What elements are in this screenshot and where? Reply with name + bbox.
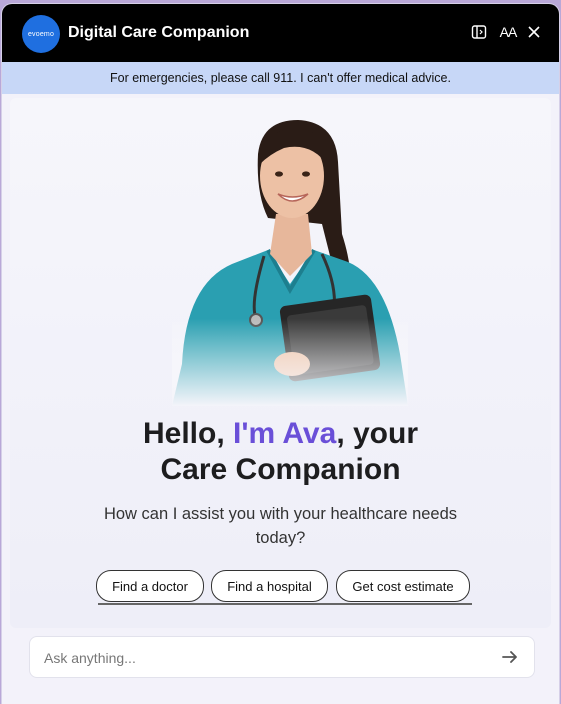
- suggestion-find-hospital[interactable]: Find a hospital: [211, 570, 328, 602]
- app-title: Digital Care Companion: [68, 24, 250, 41]
- welcome-panel: Hello, I'm Ava, your Care Companion How …: [10, 98, 551, 628]
- greeting-prefix: Hello,: [143, 417, 234, 450]
- suggestion-cost-estimate[interactable]: Get cost estimate: [336, 570, 470, 602]
- text-size-label: AA: [499, 24, 518, 40]
- suggestion-chips: Find a doctor Find a hospital Get cost e…: [96, 570, 476, 605]
- title-bar: evoemo Digital Care Companion AA: [2, 4, 559, 62]
- send-arrow-icon[interactable]: [500, 647, 520, 667]
- suggestion-find-doctor[interactable]: Find a doctor: [96, 570, 204, 602]
- message-composer: [29, 636, 535, 679]
- assistant-name: I'm Ava: [233, 417, 337, 450]
- greeting-heading: Hello, I'm Ava, your Care Companion: [10, 416, 551, 488]
- emergency-banner: For emergencies, please call 911. I can'…: [2, 62, 559, 94]
- close-icon[interactable]: [523, 21, 545, 43]
- emergency-banner-text: For emergencies, please call 911. I can'…: [110, 71, 451, 85]
- message-input[interactable]: [42, 637, 486, 679]
- chat-window: evoemo Digital Care Companion AA For eme…: [2, 4, 559, 704]
- greeting-suffix: , your: [336, 417, 418, 450]
- greeting-line2: Care Companion: [160, 453, 401, 486]
- chips-underline: [98, 603, 472, 605]
- brand-logo: evoemo: [22, 15, 60, 53]
- sidebar-panel-icon[interactable]: [468, 21, 490, 43]
- greeting-subtitle: How can I assist you with your healthcar…: [103, 505, 458, 547]
- nurse-avatar-illustration: [172, 114, 408, 406]
- text-size-icon[interactable]: AA: [496, 21, 520, 43]
